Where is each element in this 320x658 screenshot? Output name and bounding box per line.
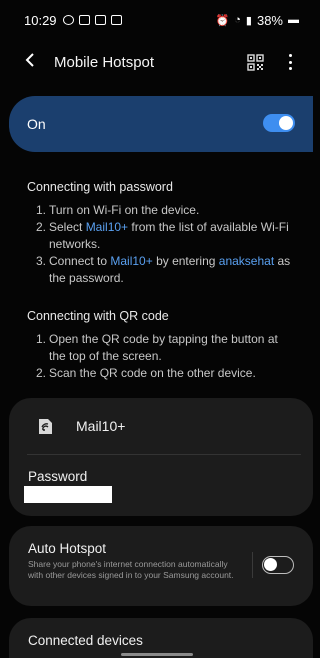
auto-hotspot-toggle[interactable] [262, 556, 294, 574]
hotspot-network-icon [37, 418, 54, 435]
connected-devices-card[interactable]: Connected devices [9, 618, 313, 658]
step-text-part: Connect to [49, 254, 111, 268]
status-time: 10:29 [24, 12, 57, 28]
password-redacted-field[interactable] [24, 486, 112, 503]
step-number: 2. [36, 366, 47, 380]
cast-icon [94, 15, 106, 25]
step-text-part: Select [49, 220, 86, 234]
step-text: Select Mail10+ from the list of availabl… [49, 219, 297, 253]
status-bar: 10:29 ⏰ ◔ ▮ 38% ▬ [0, 0, 313, 40]
notification-icon [78, 15, 90, 25]
help-step: 1. Turn on Wi-Fi on the device. [27, 202, 297, 219]
battery-icon: ▬ [288, 14, 299, 26]
home-indicator[interactable] [121, 653, 193, 656]
auto-hotspot-description: Share your phone's internet connection a… [28, 559, 234, 580]
auto-hotspot-card[interactable]: Auto Hotspot Share your phone's internet… [9, 526, 313, 606]
password-link: anaksehat [218, 254, 275, 268]
step-number: 2. [36, 220, 47, 234]
step-number: 3. [36, 254, 47, 268]
more-options-icon[interactable] [286, 52, 294, 72]
connected-devices-title: Connected devices [28, 633, 143, 648]
step-text: Scan the QR code on the other device. [49, 366, 256, 380]
toggle-thumb [264, 558, 277, 571]
network-name-link: Mail10+ [85, 220, 129, 234]
network-name-link: Mail10+ [110, 254, 153, 268]
gallery-icon [110, 15, 122, 25]
help-step: 2. Select Mail10+ from the list of avail… [27, 219, 297, 253]
toggle-thumb [279, 116, 293, 130]
hotspot-toggle[interactable] [263, 114, 295, 132]
system-status-icons: ⏰ ◔ ▮ 38% ▬ [216, 13, 299, 28]
help-qr-heading: Connecting with QR code [27, 309, 169, 323]
notification-icons [62, 15, 122, 25]
help-step: 3. Connect to Mail10+ by entering anakse… [27, 253, 297, 287]
help-step: 2. Scan the QR code on the other device. [27, 365, 297, 382]
step-text-part: by entering [152, 254, 219, 268]
divider [252, 552, 253, 578]
step-text: Connect to Mail10+ by entering anaksehat… [49, 253, 297, 287]
network-name-row[interactable]: Mail10+ [9, 398, 313, 454]
signal-icon: ▮ [245, 14, 252, 27]
back-arrow-icon[interactable] [24, 52, 50, 72]
battery-percent: 38% [256, 12, 283, 28]
help-password-heading: Connecting with password [27, 180, 173, 194]
step-number: 1. [36, 332, 47, 346]
step-number: 1. [36, 203, 47, 217]
page-title: Mobile Hotspot [54, 53, 155, 71]
app-bar: Mobile Hotspot [0, 42, 313, 82]
alarm-icon: ⏰ [215, 14, 230, 27]
whatsapp-icon [62, 15, 74, 25]
network-name: Mail10+ [76, 418, 126, 434]
help-qr-section: Connecting with QR code 1. Open the QR c… [27, 308, 297, 382]
master-switch-label: On [27, 116, 46, 132]
help-password-section: Connecting with password 1. Turn on Wi-F… [27, 179, 297, 287]
help-step: 1. Open the QR code by tapping the butto… [27, 331, 297, 365]
wifi-icon: ◔ [234, 14, 241, 26]
password-label[interactable]: Password [28, 469, 313, 484]
hotspot-master-switch[interactable]: On [9, 96, 313, 152]
auto-hotspot-title: Auto Hotspot [28, 541, 107, 556]
step-text: Turn on Wi-Fi on the device. [49, 203, 200, 217]
qr-code-icon[interactable] [247, 54, 264, 71]
divider [27, 454, 301, 455]
step-text: Open the QR code by tapping the button a… [49, 332, 278, 363]
network-card: Mail10+ Password [9, 398, 313, 516]
